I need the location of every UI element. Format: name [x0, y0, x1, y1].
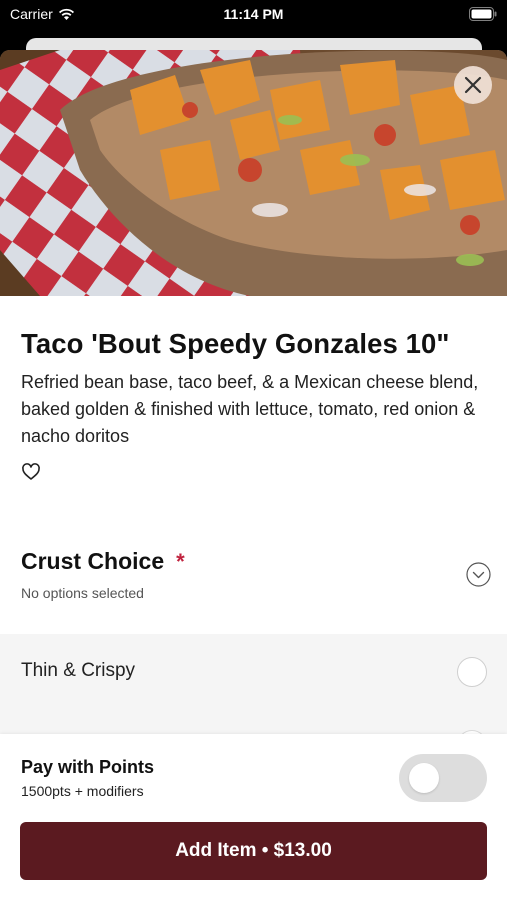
section-title: Crust Choice [21, 548, 165, 574]
points-cost: 1500pts + modifiers [21, 783, 144, 799]
chevron-down-circle-icon[interactable] [466, 562, 491, 587]
close-button[interactable] [454, 66, 492, 104]
required-marker: * [176, 548, 185, 574]
options-list: Thin & Crispy [0, 634, 507, 760]
radio-button[interactable] [457, 657, 487, 687]
item-description: Refried bean base, taco beef, & a Mexica… [21, 372, 479, 446]
battery-icon [469, 7, 497, 21]
pay-with-points-label: Pay with Points [21, 757, 155, 777]
close-icon [464, 76, 482, 94]
section-subtitle: No options selected [21, 585, 144, 601]
heart-outline-icon[interactable] [21, 462, 41, 482]
option-thin-crispy[interactable]: Thin & Crispy [0, 634, 507, 710]
item-title: Taco 'Bout Speedy Gonzales 10" [21, 328, 450, 359]
toggle-knob [409, 763, 439, 793]
bottom-action-panel: Pay with Points 1500pts + modifiers Add … [0, 734, 507, 900]
option-label: Thin & Crispy [21, 660, 136, 681]
crust-choice-section[interactable]: Crust Choice * No options selected [21, 548, 491, 601]
status-time: 11:14 PM [223, 6, 284, 22]
add-item-button[interactable]: Add Item • $13.00 [20, 822, 487, 880]
pay-with-points-toggle[interactable] [399, 754, 487, 802]
status-bar: Carrier 11:14 PM [0, 0, 507, 28]
item-info: Taco 'Bout Speedy Gonzales 10" Refried b… [21, 328, 491, 487]
item-photo [0, 50, 507, 296]
